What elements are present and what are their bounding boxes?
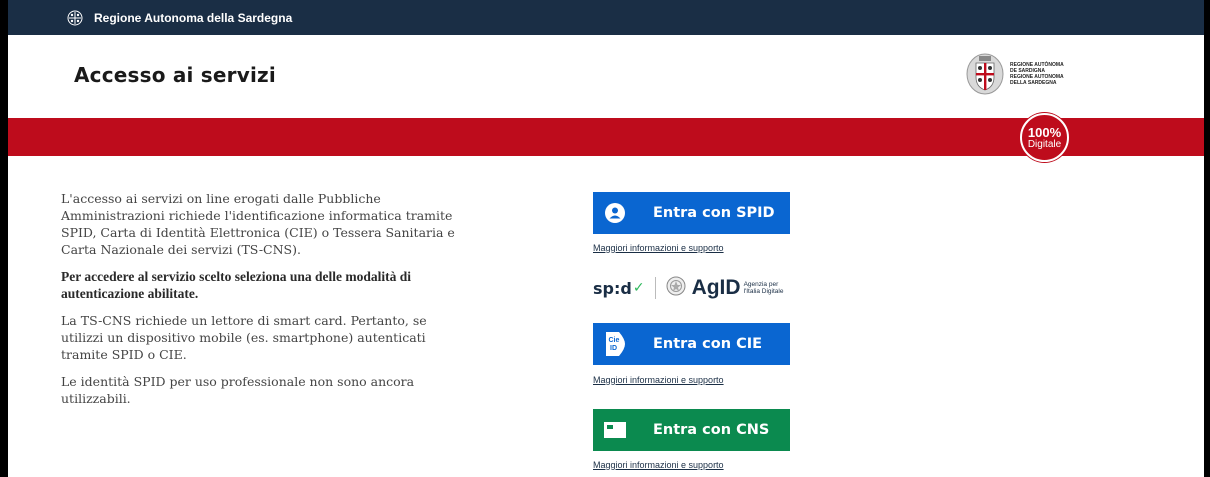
login-cns-label: Entra con CNS bbox=[653, 422, 770, 438]
spid-help-link[interactable]: Maggiori informazioni e supporto bbox=[593, 243, 724, 253]
intro-paragraph-4: Le identità SPID per uso professionale n… bbox=[61, 374, 415, 406]
login-spid-label: Entra con SPID bbox=[653, 205, 775, 221]
cns-help-link[interactable]: Maggiori informazioni e supporto bbox=[593, 460, 724, 470]
region-logo-text: REGIONE AUTÒNOMA DE SARDIGNA REGIONE AUT… bbox=[1010, 62, 1064, 86]
intro-paragraph-2: Per accedere al servizio scelto selezion… bbox=[61, 269, 412, 301]
top-bar: Regione Autonoma della Sardegna bbox=[8, 0, 1204, 35]
login-spid-button[interactable]: Entra con SPID bbox=[593, 192, 790, 234]
window-frame-left bbox=[0, 0, 8, 477]
sardinia-emblem-icon[interactable] bbox=[66, 9, 84, 27]
spid-logo: sp:d bbox=[593, 278, 632, 298]
login-cns-button[interactable]: Entra con CNS bbox=[593, 409, 790, 451]
spid-agid-logos: sp:d ✓ AgID Agenzia per l'Italia Digital… bbox=[593, 275, 794, 301]
login-cie-label: Entra con CIE bbox=[653, 336, 763, 352]
cie-help-link[interactable]: Maggiori informazioni e supporto bbox=[593, 375, 724, 385]
region-home-link[interactable]: Regione Autonoma della Sardegna bbox=[94, 11, 292, 25]
intro-text: L'accesso ai servizi on line erogati dal… bbox=[61, 190, 461, 417]
card-icon bbox=[593, 422, 637, 438]
cie-id-icon: Cie ID bbox=[593, 331, 637, 357]
login-cie-button[interactable]: Cie ID Entra con CIE bbox=[593, 323, 790, 365]
agid-emblem-icon bbox=[666, 276, 686, 301]
agid-logo: AgID bbox=[691, 276, 741, 299]
window-frame-right bbox=[1204, 0, 1210, 477]
logo-divider bbox=[654, 277, 656, 299]
page-title: Accesso ai servizi bbox=[74, 63, 276, 87]
badge-percentage: 100% bbox=[1027, 124, 1062, 140]
digital-badge: 100% Digitale bbox=[1020, 113, 1069, 162]
intro-paragraph-1: L'accesso ai servizi on line erogati dal… bbox=[61, 191, 455, 257]
badge-label: Digitale bbox=[1027, 138, 1062, 150]
agid-subtitle: Agenzia per l'Italia Digitale bbox=[743, 281, 784, 295]
user-icon bbox=[593, 203, 637, 223]
cie-icon-text-top: Cie bbox=[609, 337, 620, 344]
cie-icon-text-bottom: ID bbox=[610, 345, 617, 352]
page-header: Accesso ai servizi REGIONE AUTÒNOMA DE S… bbox=[8, 35, 1204, 118]
check-icon: ✓ bbox=[632, 280, 645, 296]
sardinia-coat-of-arms-icon bbox=[966, 53, 1004, 95]
intro-paragraph-3: La TS-CNS richiede un lettore di smart c… bbox=[61, 313, 427, 362]
region-logo[interactable]: REGIONE AUTÒNOMA DE SARDIGNA REGIONE AUT… bbox=[966, 53, 1080, 95]
